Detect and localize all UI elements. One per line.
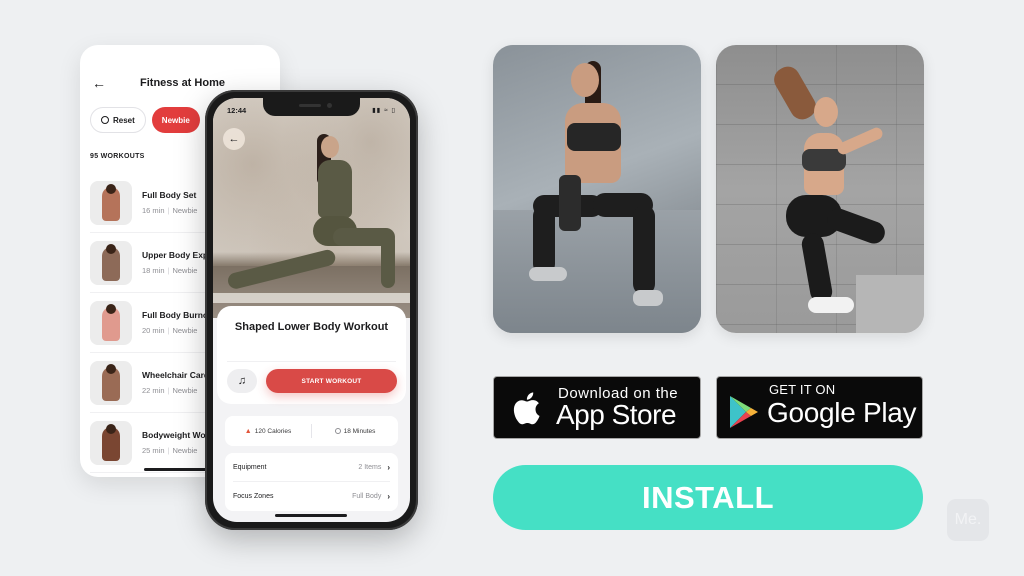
filter-reset-button[interactable]: Reset: [90, 107, 146, 133]
workout-card: Shaped Lower Body Workout ♫ START WORKOU…: [217, 306, 406, 404]
stats-card: ▲ 120 Calories 18 Minutes: [225, 416, 398, 446]
app-store-badge[interactable]: Download on the App Store: [493, 376, 701, 439]
workout-count: 95 WORKOUTS: [90, 153, 145, 160]
fire-icon: ▲: [244, 427, 252, 435]
hero-image: [213, 98, 410, 318]
workout-name: Upper Body Exp: [142, 250, 209, 260]
workout-thumbnail: [90, 300, 132, 345]
divider: [227, 361, 396, 362]
badge-title: App Store: [556, 399, 677, 430]
workout-thumbnail: [90, 180, 132, 225]
workout-meta: 22 min | Newbie: [142, 386, 198, 395]
workout-meta: 16 min | Newbie: [142, 206, 198, 215]
stat-calories: ▲ 120 Calories: [244, 427, 292, 435]
squat-photo: [493, 45, 701, 333]
phone-frame: 12:44 ▮▮ ≈ ▯ ← Shaped Lower Body Workout…: [205, 90, 418, 530]
arrow-left-icon[interactable]: ←: [92, 75, 106, 91]
workout-name: Bodyweight Wo: [142, 430, 206, 440]
workout-detail-screen: 12:44 ▮▮ ≈ ▯ ← Shaped Lower Body Workout…: [213, 98, 410, 522]
workout-meta: 20 min | Newbie: [142, 326, 198, 335]
status-icons: ▮▮ ≈ ▯: [372, 107, 396, 114]
back-button[interactable]: ←: [223, 128, 245, 150]
workout-meta: 18 min | Newbie: [142, 266, 198, 275]
start-workout-button[interactable]: START WORKOUT: [266, 369, 397, 393]
info-label: Equipment: [233, 463, 267, 471]
apple-icon: [513, 392, 540, 425]
info-value: 2 Items: [358, 463, 382, 471]
workout-name: Wheelchair Card: [142, 370, 210, 380]
workout-thumbnail: [90, 360, 132, 405]
chevron-right-icon: ›: [387, 462, 390, 472]
timer-icon: [334, 428, 341, 434]
music-note-icon: ♫: [237, 375, 247, 387]
workout-thumbnail: [90, 240, 132, 285]
filter-label: Reset: [113, 115, 135, 125]
info-card: Equipment 2 Items › Focus Zones Full Bod…: [225, 453, 398, 511]
focus-zones-row[interactable]: Focus Zones Full Body ›: [233, 482, 390, 511]
home-indicator: [144, 468, 214, 471]
music-button[interactable]: ♫: [227, 369, 257, 393]
badge-title: Google Play: [767, 397, 917, 428]
notch: [263, 98, 360, 116]
workout-name: Full Body Burno: [142, 310, 209, 320]
workout-thumbnail: [90, 420, 132, 465]
chevron-right-icon: ›: [387, 492, 390, 501]
brand-logo: Me.: [947, 499, 989, 541]
filter-newbie-chip[interactable]: Newbie: [151, 107, 200, 133]
status-time: 12:44: [227, 106, 247, 115]
workout-name: Full Body Set: [142, 190, 197, 200]
equipment-row[interactable]: Equipment 2 Items ›: [233, 453, 390, 482]
google-play-badge[interactable]: GET IT ON Google Play: [716, 376, 923, 439]
reset-icon: [101, 116, 109, 124]
workout-meta: 25 min | Newbie: [142, 446, 198, 455]
info-label: Focus Zones: [233, 493, 274, 500]
jump-photo: [716, 45, 924, 333]
home-indicator: [275, 514, 347, 517]
arrow-left-icon: ←: [228, 133, 240, 145]
stat-duration: 18 Minutes: [312, 428, 398, 435]
list-title: Fitness at Home: [140, 77, 225, 89]
badge-subtitle: GET IT ON: [769, 382, 836, 397]
workout-title: Shaped Lower Body Workout: [234, 321, 389, 333]
install-button[interactable]: INSTALL: [493, 465, 923, 530]
info-value: Full Body: [352, 493, 382, 500]
filter-label: Newbie: [161, 115, 190, 125]
google-play-icon: [730, 396, 758, 428]
